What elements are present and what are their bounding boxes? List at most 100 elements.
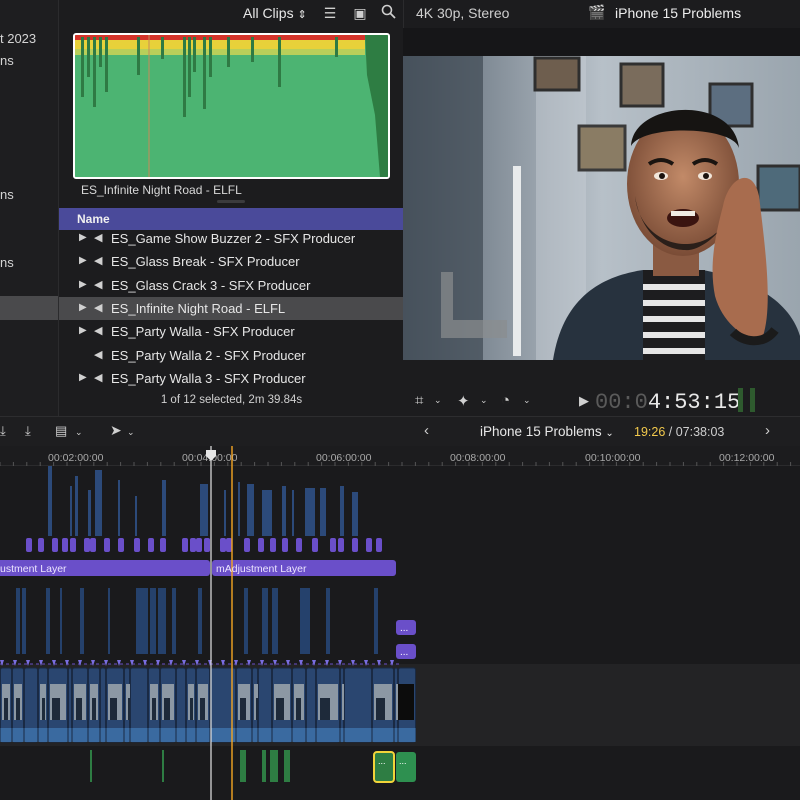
clip-list-row[interactable]: ◀ ES_Party Walla 2 - SFX Producer bbox=[59, 344, 404, 367]
timeline-project-name: iPhone 15 Problems bbox=[480, 424, 602, 439]
chevron-down-icon[interactable]: ⌄ bbox=[127, 427, 135, 438]
viewer-format[interactable]: 4K 30p, Stereo bbox=[416, 5, 509, 21]
waveform-dip bbox=[161, 37, 164, 59]
chevron-down-icon[interactable]: ⌄ bbox=[75, 427, 83, 438]
waveform-dip bbox=[193, 37, 196, 72]
timeline-toolbar: ⤓ ⤓ ▤ ⌄ ➤ ⌄ ‹ iPhone 15 Problems ⌄ 19:26… bbox=[0, 416, 800, 446]
disclosure-triangle-icon[interactable]: ▶ bbox=[79, 372, 87, 383]
timeline-project-menu[interactable]: iPhone 15 Problems ⌄ bbox=[480, 424, 614, 439]
chevron-down-icon[interactable]: ⌄ bbox=[480, 395, 488, 406]
connected-audio-clip bbox=[16, 588, 20, 654]
clip-name: ES_Party Walla 3 - SFX Producer bbox=[111, 370, 306, 386]
clip-thumbnail-figure bbox=[52, 698, 60, 720]
resize-handle[interactable] bbox=[217, 200, 245, 203]
clip-list-row[interactable]: ▶ ◀ ES_Party Walla 3 - SFX Producer bbox=[59, 367, 404, 390]
connected-audio-clip bbox=[108, 588, 110, 654]
audio-speaker-icon: ◀ bbox=[94, 255, 103, 268]
keyframe-marker bbox=[299, 660, 303, 666]
audio-keyframe-block bbox=[352, 538, 358, 552]
waveform-dip bbox=[137, 37, 140, 75]
append-clip-icon[interactable]: ▤ bbox=[55, 423, 67, 439]
clip-filter-label: All Clips bbox=[243, 5, 294, 21]
speed-gauge-icon[interactable]: ◔ bbox=[501, 392, 510, 409]
clip-list-row[interactable]: ▶ ◀ ES_Glass Crack 3 - SFX Producer bbox=[59, 274, 404, 297]
keyframe-marker bbox=[390, 660, 394, 666]
audio-keyframe-block bbox=[366, 538, 372, 552]
disclosure-triangle-icon[interactable]: ▶ bbox=[79, 255, 87, 266]
disclosure-triangle-icon[interactable]: ▶ bbox=[79, 302, 87, 313]
play-icon[interactable]: ▶ bbox=[579, 393, 589, 409]
clip-list-row[interactable]: ▶ ◀ ES_Game Show Buzzer 2 - SFX Producer bbox=[59, 227, 404, 250]
clip-audio-strip bbox=[48, 728, 68, 742]
select-tool-icon[interactable]: ➤ bbox=[110, 422, 122, 439]
filmstrip-icon[interactable]: ▣ bbox=[351, 4, 369, 22]
clip-thumbnail-black bbox=[398, 684, 414, 720]
adjustment-layer-label: ustment Layer bbox=[0, 563, 67, 575]
sidebar-item-event-2023[interactable]: t 2023 bbox=[0, 31, 36, 46]
browser-toolbar: All Clips ⇕ ☰ ▣ bbox=[59, 0, 404, 28]
keyframe-marker bbox=[13, 660, 17, 666]
clip-list-row[interactable]: ▶ ◀ ES_Party Walla - SFX Producer bbox=[59, 320, 404, 343]
audio-speaker-icon: ◀ bbox=[94, 371, 103, 384]
library-sidebar: t 2023 ns ns ns bbox=[0, 0, 58, 416]
clip-name: ES_Party Walla 2 - SFX Producer bbox=[111, 347, 306, 363]
clip-audio-strip bbox=[0, 728, 12, 742]
disclosure-triangle-icon[interactable]: ▶ bbox=[79, 232, 87, 243]
audio-keyframe-block bbox=[338, 538, 344, 552]
forward-arrow-icon[interactable]: › bbox=[765, 422, 770, 439]
clip-list-row[interactable]: ▶ ◀ ES_Infinite Night Road - ELFL bbox=[59, 296, 404, 320]
clip-audio-strip bbox=[372, 728, 394, 742]
clip-audio-strip bbox=[38, 728, 48, 742]
clip-audio-strip bbox=[160, 728, 176, 742]
audio-meter-left bbox=[738, 388, 743, 412]
sidebar-item-3[interactable]: ns bbox=[0, 255, 14, 270]
clip-thumbnail-figure bbox=[92, 698, 96, 720]
connected-audio-clip bbox=[80, 588, 84, 654]
chevron-down-icon[interactable]: ⌄ bbox=[523, 395, 531, 406]
connected-audio-clip bbox=[48, 466, 52, 536]
clip-audio-strip bbox=[186, 728, 196, 742]
clip-filter-menu[interactable]: All Clips ⇕ bbox=[243, 5, 307, 21]
waveform-dip bbox=[278, 37, 281, 87]
disclosure-triangle-icon[interactable]: ▶ bbox=[79, 325, 87, 336]
chevron-down-icon[interactable]: ⌄ bbox=[434, 395, 442, 406]
clip-thumbnail-figure bbox=[376, 698, 385, 720]
video-frame[interactable] bbox=[403, 56, 800, 360]
connect-clip-icon[interactable]: ⤓ bbox=[0, 423, 6, 439]
audio-keyframe-block bbox=[244, 538, 250, 552]
clip-name: ES_Glass Crack 3 - SFX Producer bbox=[111, 277, 311, 293]
connected-audio-clip bbox=[172, 588, 176, 654]
audio-waveform-preview[interactable] bbox=[73, 33, 390, 179]
insert-clip-icon[interactable]: ⤓ bbox=[25, 423, 31, 439]
audio-keyframe-block bbox=[270, 538, 276, 552]
viewer-letterbox bbox=[403, 28, 800, 56]
connected-audio-clip bbox=[374, 588, 378, 654]
audio-keyframe-block bbox=[296, 538, 302, 552]
waveform-graphic bbox=[75, 35, 388, 177]
clip-audio-strip bbox=[24, 728, 38, 742]
timeline[interactable]: 00:02:00:00 00:04:00:00 00:06:00:00 00:0… bbox=[0, 446, 800, 800]
keyframe-marker bbox=[52, 660, 56, 666]
audio-keyframe-block bbox=[312, 538, 318, 552]
viewer-timecode[interactable]: 00:04:53:15 bbox=[595, 390, 740, 415]
sidebar-selected-item[interactable] bbox=[0, 296, 58, 320]
waveform-dip bbox=[87, 37, 90, 77]
marker-label: ... bbox=[399, 756, 407, 766]
clip-list-row[interactable]: ▶ ◀ ES_Glass Break - SFX Producer bbox=[59, 250, 404, 273]
back-arrow-icon[interactable]: ‹ bbox=[424, 422, 429, 439]
waveform-dip bbox=[227, 37, 230, 67]
crop-icon[interactable]: ⌗ bbox=[415, 392, 423, 409]
sidebar-item-1[interactable]: ns bbox=[0, 53, 14, 68]
magic-wand-icon[interactable]: ✦ bbox=[457, 392, 470, 410]
clip-appearance-icon[interactable]: ☰ bbox=[321, 4, 339, 22]
audio-keyframe-block bbox=[258, 538, 264, 552]
audio-keyframe-block bbox=[190, 538, 196, 552]
disclosure-triangle-icon[interactable]: ▶ bbox=[79, 279, 87, 290]
connected-audio-clip bbox=[60, 588, 62, 654]
keyframe-marker bbox=[143, 660, 147, 666]
sidebar-item-2[interactable]: ns bbox=[0, 187, 14, 202]
audio-keyframe-block bbox=[84, 538, 90, 552]
search-icon[interactable] bbox=[379, 4, 397, 22]
adjustment-layer-label: mAdjustment Layer bbox=[216, 563, 307, 575]
connected-audio-clip bbox=[75, 476, 78, 536]
